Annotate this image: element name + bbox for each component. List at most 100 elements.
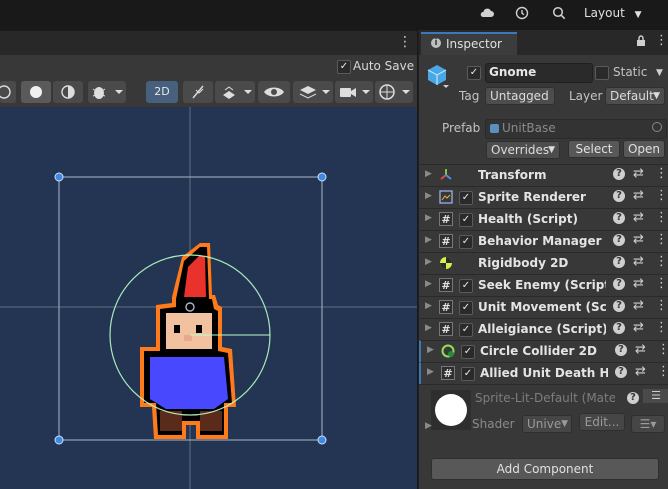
component-row[interactable]: ▶ Transform? ⇄ ⋮ — [419, 164, 668, 186]
target-icon[interactable] — [652, 122, 662, 132]
preset-icon[interactable]: ⇄ — [633, 298, 644, 313]
scene-visibility-button[interactable] — [258, 81, 290, 103]
select-button[interactable]: Select — [568, 140, 620, 158]
component-enabled-checkbox[interactable]: ✓ — [459, 235, 473, 249]
lighting-mode-button[interactable] — [53, 81, 83, 103]
fold-icon[interactable]: ▶ — [425, 191, 432, 201]
component-row[interactable]: ▶ # ✓ Behavior Manager (Script)? ⇄ ⋮ — [419, 230, 668, 252]
preset-icon[interactable]: ⇄ — [633, 320, 644, 335]
fold-icon[interactable]: ▶ — [425, 169, 432, 179]
preset-icon[interactable]: ⇄ — [635, 342, 646, 357]
fold-icon[interactable]: ▶ — [425, 301, 432, 311]
component-row[interactable]: ▶ Rigidbody 2D? ⇄ ⋮ — [419, 252, 668, 274]
component-row[interactable]: ▶ # ✓ Seek Enemy (Script)? ⇄ ⋮ — [419, 274, 668, 296]
chevron-down-icon[interactable]: ▼ — [656, 68, 663, 78]
more-icon[interactable]: ⋮ — [655, 210, 668, 225]
overrides-dropdown[interactable]: Overrides ▼ — [486, 141, 560, 159]
help-icon[interactable]: ? — [613, 300, 625, 312]
static-checkbox[interactable] — [595, 66, 609, 80]
fold-icon[interactable]: ▶ — [425, 213, 432, 223]
fold-icon[interactable]: ▶ — [425, 257, 432, 267]
mode-2d-toggle[interactable]: 2D — [146, 81, 178, 103]
tab-inspector[interactable]: i Inspector — [421, 32, 517, 55]
search-icon[interactable] — [551, 5, 567, 21]
active-checkbox[interactable]: ✓ — [467, 66, 481, 80]
component-enabled-checkbox[interactable]: ✓ — [459, 323, 473, 337]
component-enabled-checkbox[interactable]: ✓ — [459, 213, 473, 227]
component-row[interactable]: ▶ # ✓ Health (Script)? ⇄ ⋮ — [419, 208, 668, 230]
fold-icon[interactable]: ▶ — [425, 421, 432, 431]
help-icon[interactable]: ? — [613, 168, 625, 180]
help-icon[interactable]: ? — [613, 234, 625, 246]
component-enabled-checkbox[interactable]: ✓ — [461, 345, 475, 359]
cube-icon[interactable] — [425, 63, 449, 92]
object-name-field[interactable]: Gnome — [485, 63, 593, 83]
open-button[interactable]: Open — [623, 140, 665, 158]
help-icon[interactable]: ? — [615, 344, 627, 356]
more-icon[interactable]: ⋮ — [655, 320, 668, 335]
more-icon[interactable]: ⋮ — [655, 232, 668, 247]
gizmos-button[interactable] — [375, 81, 413, 103]
shader-dropdown[interactable]: Unive ▼ — [522, 415, 572, 433]
help-icon[interactable]: ? — [613, 212, 625, 224]
shader-options-button[interactable]: ☰▾ — [631, 415, 665, 433]
more-icon[interactable]: ⋮ — [655, 254, 668, 269]
preset-icon[interactable]: ⇄ — [633, 254, 644, 269]
help-icon[interactable]: ? — [613, 256, 625, 268]
preset-icon[interactable]: ⇄ — [635, 364, 646, 379]
add-component-button[interactable]: Add Component — [431, 458, 659, 480]
tag-dropdown[interactable]: Untagged — [485, 87, 555, 105]
component-enabled-checkbox[interactable]: ✓ — [461, 367, 475, 381]
preset-icon[interactable]: ☰ — [643, 389, 668, 403]
help-icon[interactable]: ? — [615, 366, 627, 378]
component-enabled-checkbox[interactable]: ✓ — [459, 279, 473, 293]
help-icon[interactable]: ? — [613, 278, 625, 290]
history-icon[interactable] — [514, 5, 530, 21]
preset-icon[interactable]: ⇄ — [633, 210, 644, 225]
fold-icon[interactable]: ▶ — [427, 367, 434, 377]
layer-value: Default — [610, 89, 654, 103]
preset-icon[interactable]: ⇄ — [633, 188, 644, 203]
draw-mode-button[interactable] — [0, 81, 16, 103]
fold-icon[interactable]: ▶ — [427, 345, 434, 355]
more-icon[interactable]: ⋮ — [655, 188, 668, 203]
fold-icon[interactable]: ▶ — [425, 279, 432, 289]
component-row[interactable]: ▶ # ✓ Alleigiance (Script)? ⇄ ⋮ — [419, 318, 668, 340]
fold-icon[interactable]: ▶ — [425, 323, 432, 333]
component-row[interactable]: ▶ ✓ Sprite Renderer? ⇄ ⋮ — [419, 186, 668, 208]
component-enabled-checkbox[interactable]: ✓ — [459, 191, 473, 205]
more-icon[interactable]: ⋮ — [655, 298, 668, 313]
layer-dropdown[interactable]: Default ▼ — [605, 87, 665, 105]
camera-button[interactable] — [335, 81, 373, 103]
prefab-field[interactable]: UnitBase — [485, 119, 667, 139]
scene-viewport[interactable] — [0, 107, 417, 489]
auto-save-checkbox[interactable]: ✓ — [337, 60, 351, 74]
component-row[interactable]: ▶ ✓ Circle Collider 2D? ⇄ ⋮ — [419, 340, 668, 362]
cloud-icon[interactable] — [479, 5, 495, 21]
preset-icon[interactable]: ⇄ — [633, 276, 644, 291]
more-icon[interactable]: ⋮ — [398, 34, 412, 50]
more-icon[interactable]: ⋮ — [657, 342, 668, 357]
preset-icon[interactable]: ⇄ — [633, 232, 644, 247]
more-icon[interactable]: ⋮ — [655, 33, 668, 48]
more-icon[interactable]: ⋮ — [657, 364, 668, 379]
lighting-toggle-button[interactable] — [183, 81, 213, 103]
component-enabled-checkbox[interactable]: ✓ — [459, 301, 473, 315]
help-icon[interactable]: ? — [613, 190, 625, 202]
shaded-mode-button[interactable] — [21, 81, 51, 103]
more-icon[interactable]: ⋮ — [655, 166, 668, 181]
audio-effects-button[interactable] — [215, 81, 255, 103]
component-row[interactable]: ▶ # ✓ Allied Unit Death Handler? ⇄ ⋮ — [419, 362, 668, 384]
debug-mode-button[interactable] — [88, 81, 126, 103]
material-preview[interactable] — [431, 390, 471, 430]
preset-icon[interactable]: ⇄ — [633, 166, 644, 181]
edit-shader-button[interactable]: Edit... — [579, 413, 625, 431]
layers-button[interactable] — [293, 81, 333, 103]
help-icon[interactable]: ? — [613, 322, 625, 334]
more-icon[interactable]: ⋮ — [655, 276, 668, 291]
help-icon[interactable]: ? — [627, 392, 639, 404]
layout-dropdown[interactable]: Layout ▼ — [584, 3, 662, 23]
lock-icon[interactable] — [636, 35, 646, 50]
fold-icon[interactable]: ▶ — [425, 235, 432, 245]
component-row[interactable]: ▶ # ✓ Unit Movement (Script)? ⇄ ⋮ — [419, 296, 668, 318]
